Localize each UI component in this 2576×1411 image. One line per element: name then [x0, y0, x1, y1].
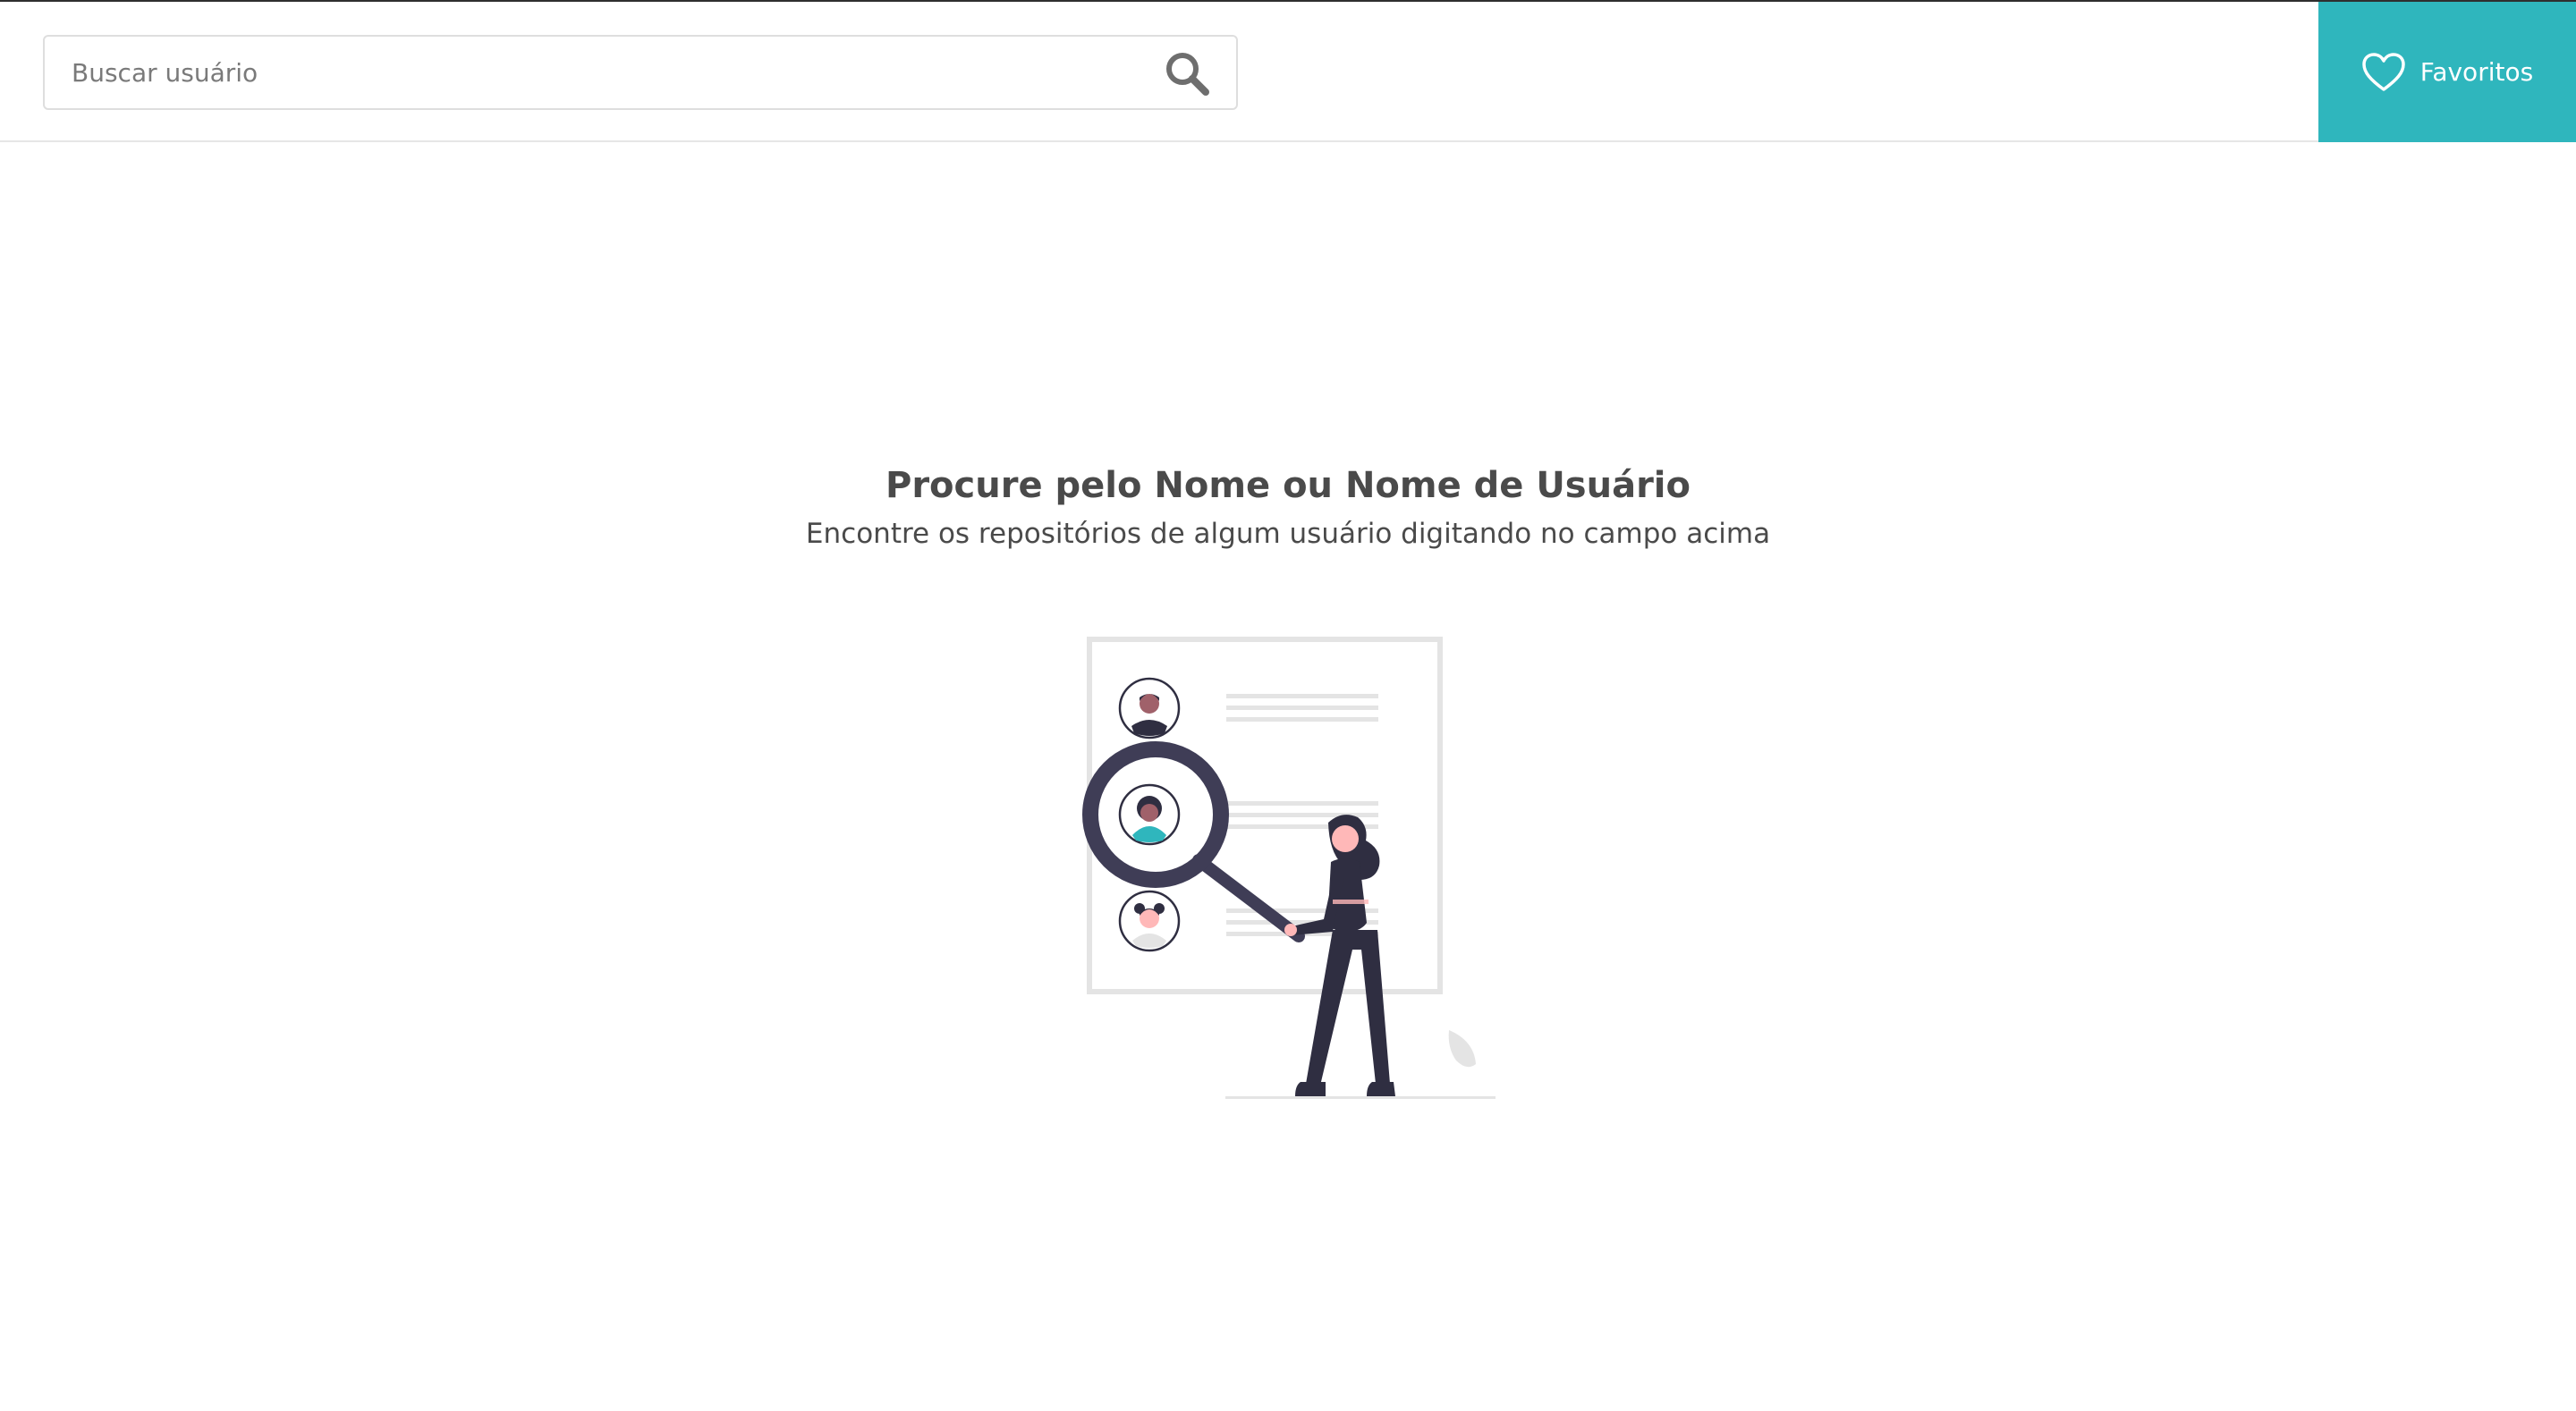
favorites-label: Favoritos	[2419, 57, 2534, 87]
empty-state-title: Procure pelo Nome ou Nome de Usuário	[886, 465, 1690, 506]
top-bar: Favoritos	[0, 2, 2576, 142]
search-input[interactable]	[72, 37, 1145, 108]
heart-icon	[2362, 52, 2405, 91]
people-search-illustration	[1082, 637, 1496, 1099]
search-icon[interactable]	[1163, 49, 1211, 97]
leaf	[1448, 1030, 1476, 1068]
app-window: Favoritos Procure pelo Nome ou Nome de U…	[0, 0, 2576, 1411]
ground-line	[1225, 1096, 1496, 1099]
search-box[interactable]	[43, 35, 1238, 110]
empty-state: Procure pelo Nome ou Nome de Usuário Enc…	[0, 453, 2576, 550]
favorites-button[interactable]: Favoritos	[2318, 2, 2576, 142]
empty-state-subtitle: Encontre os repositórios de algum usuári…	[805, 518, 1771, 550]
